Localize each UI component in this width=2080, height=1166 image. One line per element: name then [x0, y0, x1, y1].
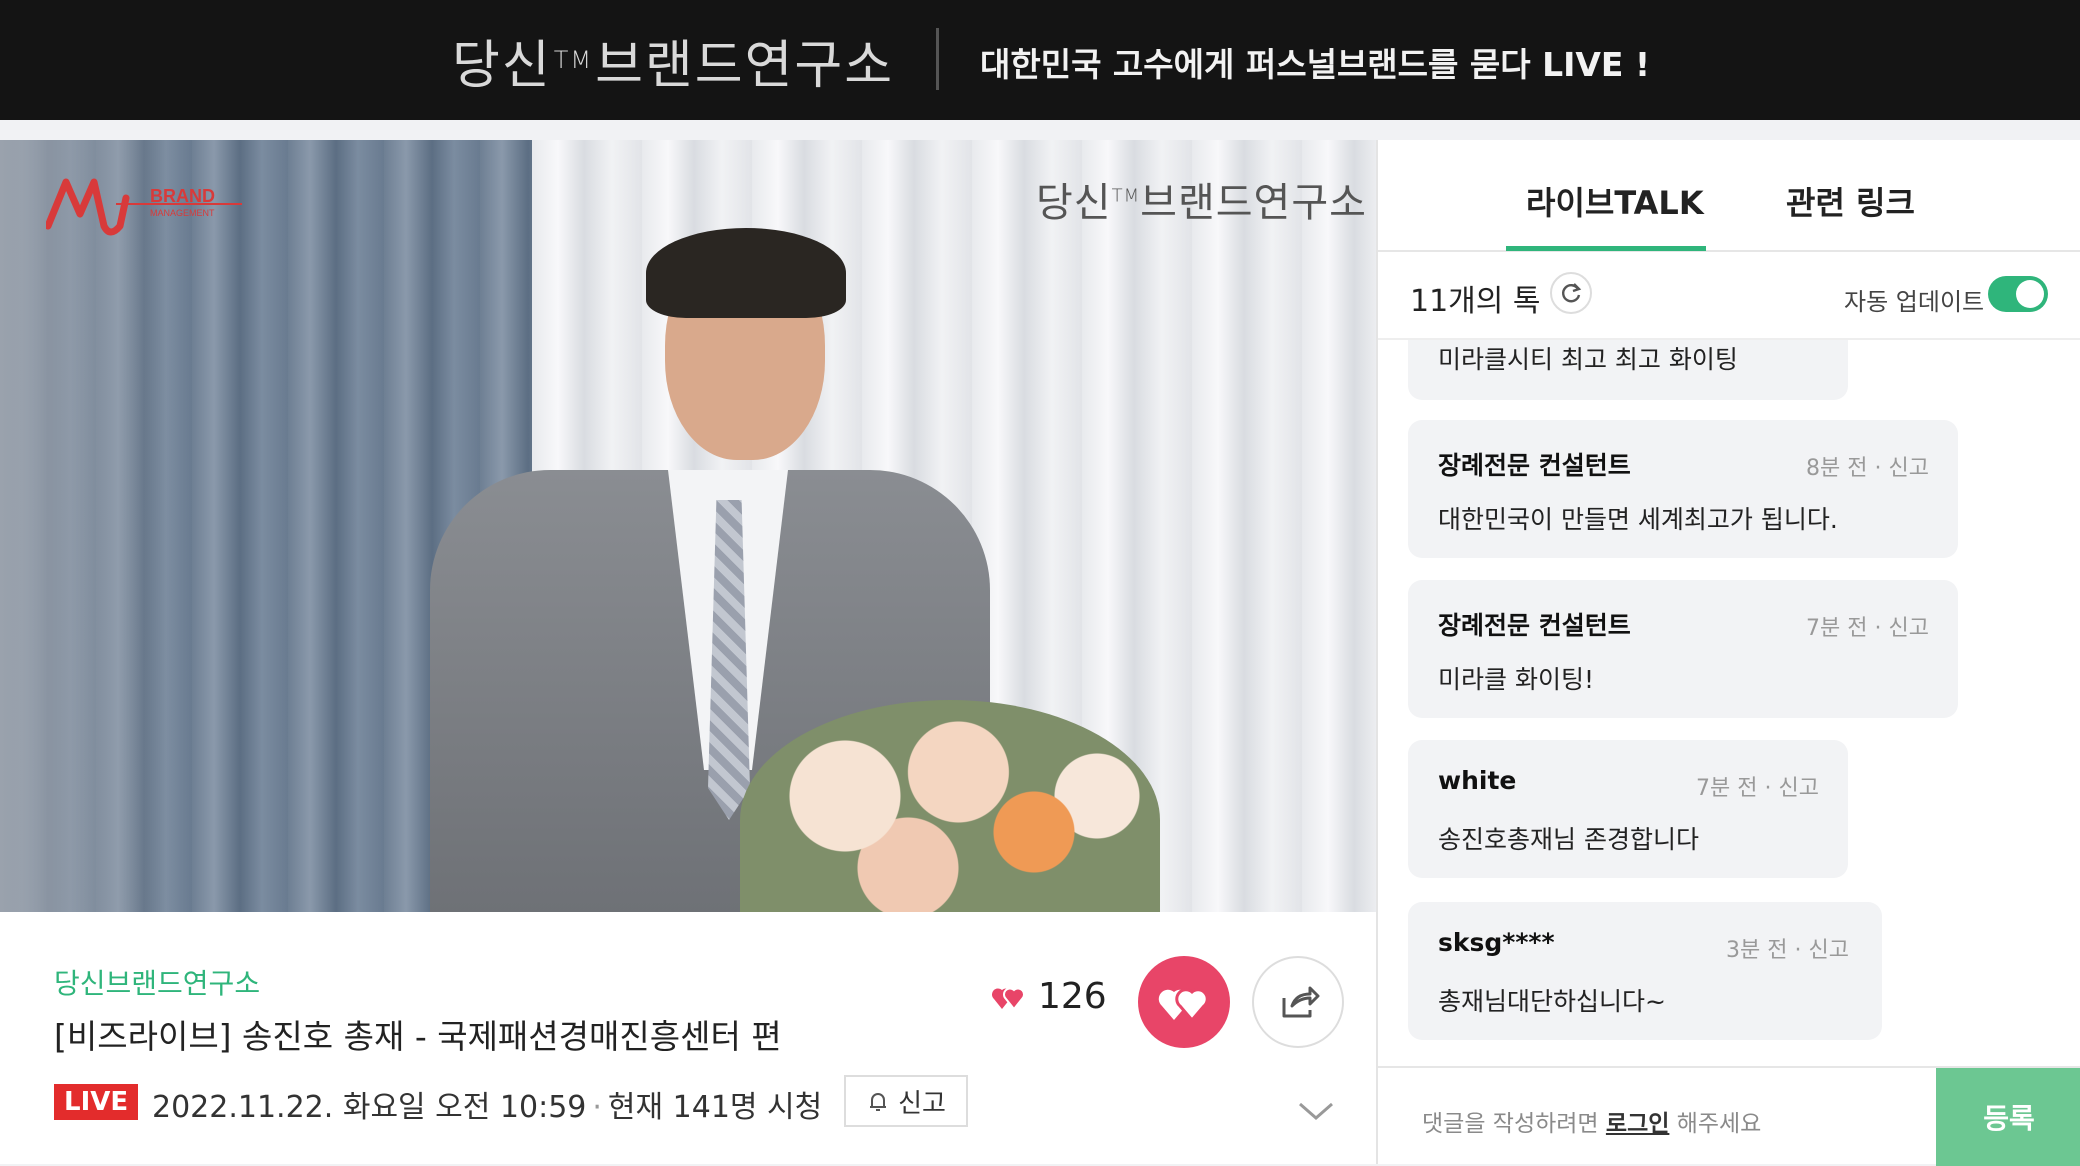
viewer-count: 현재 141명 시청	[607, 1090, 823, 1125]
top-header: 당신 TM 브랜드연구소 대한민국 고수에게 퍼스널브랜드를 묻다 LIVE !	[0, 0, 2080, 120]
login-link[interactable]: 로그인	[1606, 1111, 1669, 1137]
channel-name[interactable]: 당신브랜드연구소	[54, 962, 260, 1002]
time-text: 7분 전	[1696, 776, 1758, 801]
share-icon	[1282, 986, 1320, 1018]
auto-update-toggle[interactable]	[1988, 276, 2048, 312]
report-link[interactable]: 신고	[1808, 938, 1848, 963]
brand-management-logo: BRAND MANAGEMENT	[46, 178, 242, 236]
message-time: 8분 전 · 신고	[1806, 456, 1929, 481]
header-divider	[936, 28, 939, 90]
stream-title: [비즈라이브] 송진호 총재 - 국제패션경매진흥센터 편	[54, 1017, 782, 1056]
report-label: 신고	[898, 1088, 946, 1119]
like-button[interactable]	[1138, 956, 1230, 1048]
logo-tm: TM	[553, 46, 594, 74]
tab-live-talk[interactable]: 라이브TALK	[1526, 178, 1704, 224]
message-author: white	[1438, 766, 1517, 795]
chat-message: white 7분 전 · 신고 송진호총재님 존경합니다	[1408, 740, 1848, 878]
message-time: 7분 전 · 신고	[1806, 616, 1929, 641]
talk-list[interactable]: 미라클시티 최고 최고 화이팅 장례전문 컨설턴트 8분 전 · 신고 대한민국…	[1378, 338, 2080, 1066]
auto-update-label: 자동 업데이트	[1844, 288, 1985, 316]
stream-info: 당신브랜드연구소 [비즈라이브] 송진호 총재 - 국제패션경매진흥센터 편 L…	[0, 912, 1376, 1164]
watermark-tm: TM	[1111, 185, 1141, 207]
watermark-part2: 브랜드연구소	[1140, 180, 1367, 226]
brand-mark-text: BRAND	[150, 186, 215, 206]
chat-sidebar: 라이브TALK 관련 링크 11개의 톡 자동 업데이트 미라클시티 최고 최고…	[1376, 140, 2080, 1166]
talk-count: 11개의 톡	[1410, 284, 1541, 319]
tab-related-links[interactable]: 관련 링크	[1786, 178, 1915, 224]
time-text: 7분 전	[1806, 616, 1868, 641]
time-text: 3분 전	[1726, 938, 1788, 963]
message-body: 송진호총재님 존경합니다	[1438, 825, 1699, 854]
message-body: 총재님대단하십니다~	[1438, 987, 1666, 1016]
chat-message: 미라클시티 최고 최고 화이팅	[1408, 340, 1848, 400]
brand-mark-sub: MANAGEMENT	[150, 208, 215, 218]
message-author: sksg****	[1438, 928, 1555, 957]
like-count: 126	[1038, 976, 1107, 1017]
comment-placeholder-pre: 댓글을 작성하려면	[1422, 1111, 1606, 1137]
submit-button[interactable]: 등록	[1936, 1068, 2080, 1166]
hearts-icon	[992, 987, 1025, 1011]
report-link[interactable]: 신고	[1778, 776, 1818, 801]
message-author: 장례전문 컨설턴트	[1438, 451, 1631, 480]
heart-icon	[1158, 988, 1209, 1023]
comment-input[interactable]: 댓글을 작성하려면 로그인 해주세요	[1422, 1104, 1761, 1138]
header-tagline: 대한민국 고수에게 퍼스널브랜드를 묻다 LIVE !	[980, 45, 1651, 84]
stream-datetime: 2022.11.22. 화요일 오전 10:59	[152, 1090, 587, 1125]
expand-button[interactable]	[1296, 1096, 1336, 1126]
sidebar-tabs: 라이브TALK 관련 링크	[1378, 140, 2080, 252]
video-player[interactable]: BRAND MANAGEMENT 당신TM브랜드연구소	[0, 140, 1376, 912]
chat-message: sksg**** 3분 전 · 신고 총재님대단하십니다~	[1408, 902, 1882, 1040]
logo-text-part1: 당신	[452, 35, 552, 96]
message-time: 3분 전 · 신고	[1726, 938, 1849, 963]
talk-header: 11개의 톡 자동 업데이트	[1378, 252, 2080, 338]
message-body: 미라클시티 최고 최고 화이팅	[1438, 345, 1738, 374]
message-body: 대한민국이 만들면 세계최고가 됩니다.	[1438, 505, 1838, 534]
like-counter: 126	[992, 976, 1107, 1017]
chat-message: 장례전문 컨설턴트 7분 전 · 신고 미라클 화이팅!	[1408, 580, 1958, 718]
message-body: 미라클 화이팅!	[1438, 665, 1594, 694]
site-logo[interactable]: 당신 TM 브랜드연구소	[452, 28, 894, 96]
stream-meta: 2022.11.22. 화요일 오전 10:59 · 현재 141명 시청	[152, 1082, 822, 1126]
refresh-button[interactable]	[1550, 272, 1592, 314]
message-time: 7분 전 · 신고	[1696, 776, 1819, 801]
comment-placeholder-post: 해주세요	[1669, 1111, 1762, 1137]
comment-bar: 댓글을 작성하려면 로그인 해주세요 등록	[1378, 1066, 2080, 1166]
message-author: 장례전문 컨설턴트	[1438, 611, 1631, 640]
live-badge: LIVE	[54, 1084, 139, 1120]
share-button[interactable]	[1252, 956, 1344, 1048]
report-link[interactable]: 신고	[1888, 456, 1928, 481]
refresh-icon	[1562, 283, 1582, 303]
speaker-hair	[646, 228, 846, 318]
watermark-part1: 당신	[1036, 180, 1112, 226]
chat-message: 장례전문 컨설턴트 8분 전 · 신고 대한민국이 만들면 세계최고가 됩니다.	[1408, 420, 1958, 558]
video-watermark: 당신TM브랜드연구소	[1036, 170, 1367, 228]
meta-separator: ·	[592, 1090, 602, 1125]
report-button[interactable]: 신고	[844, 1075, 968, 1127]
active-tab-indicator	[1506, 246, 1706, 251]
bell-icon	[870, 1093, 887, 1111]
chevron-down-icon	[1299, 1102, 1333, 1120]
report-link[interactable]: 신고	[1888, 616, 1928, 641]
toggle-knob	[2016, 280, 2044, 308]
time-text: 8분 전	[1806, 456, 1868, 481]
logo-text-part2: 브랜드연구소	[595, 35, 895, 96]
